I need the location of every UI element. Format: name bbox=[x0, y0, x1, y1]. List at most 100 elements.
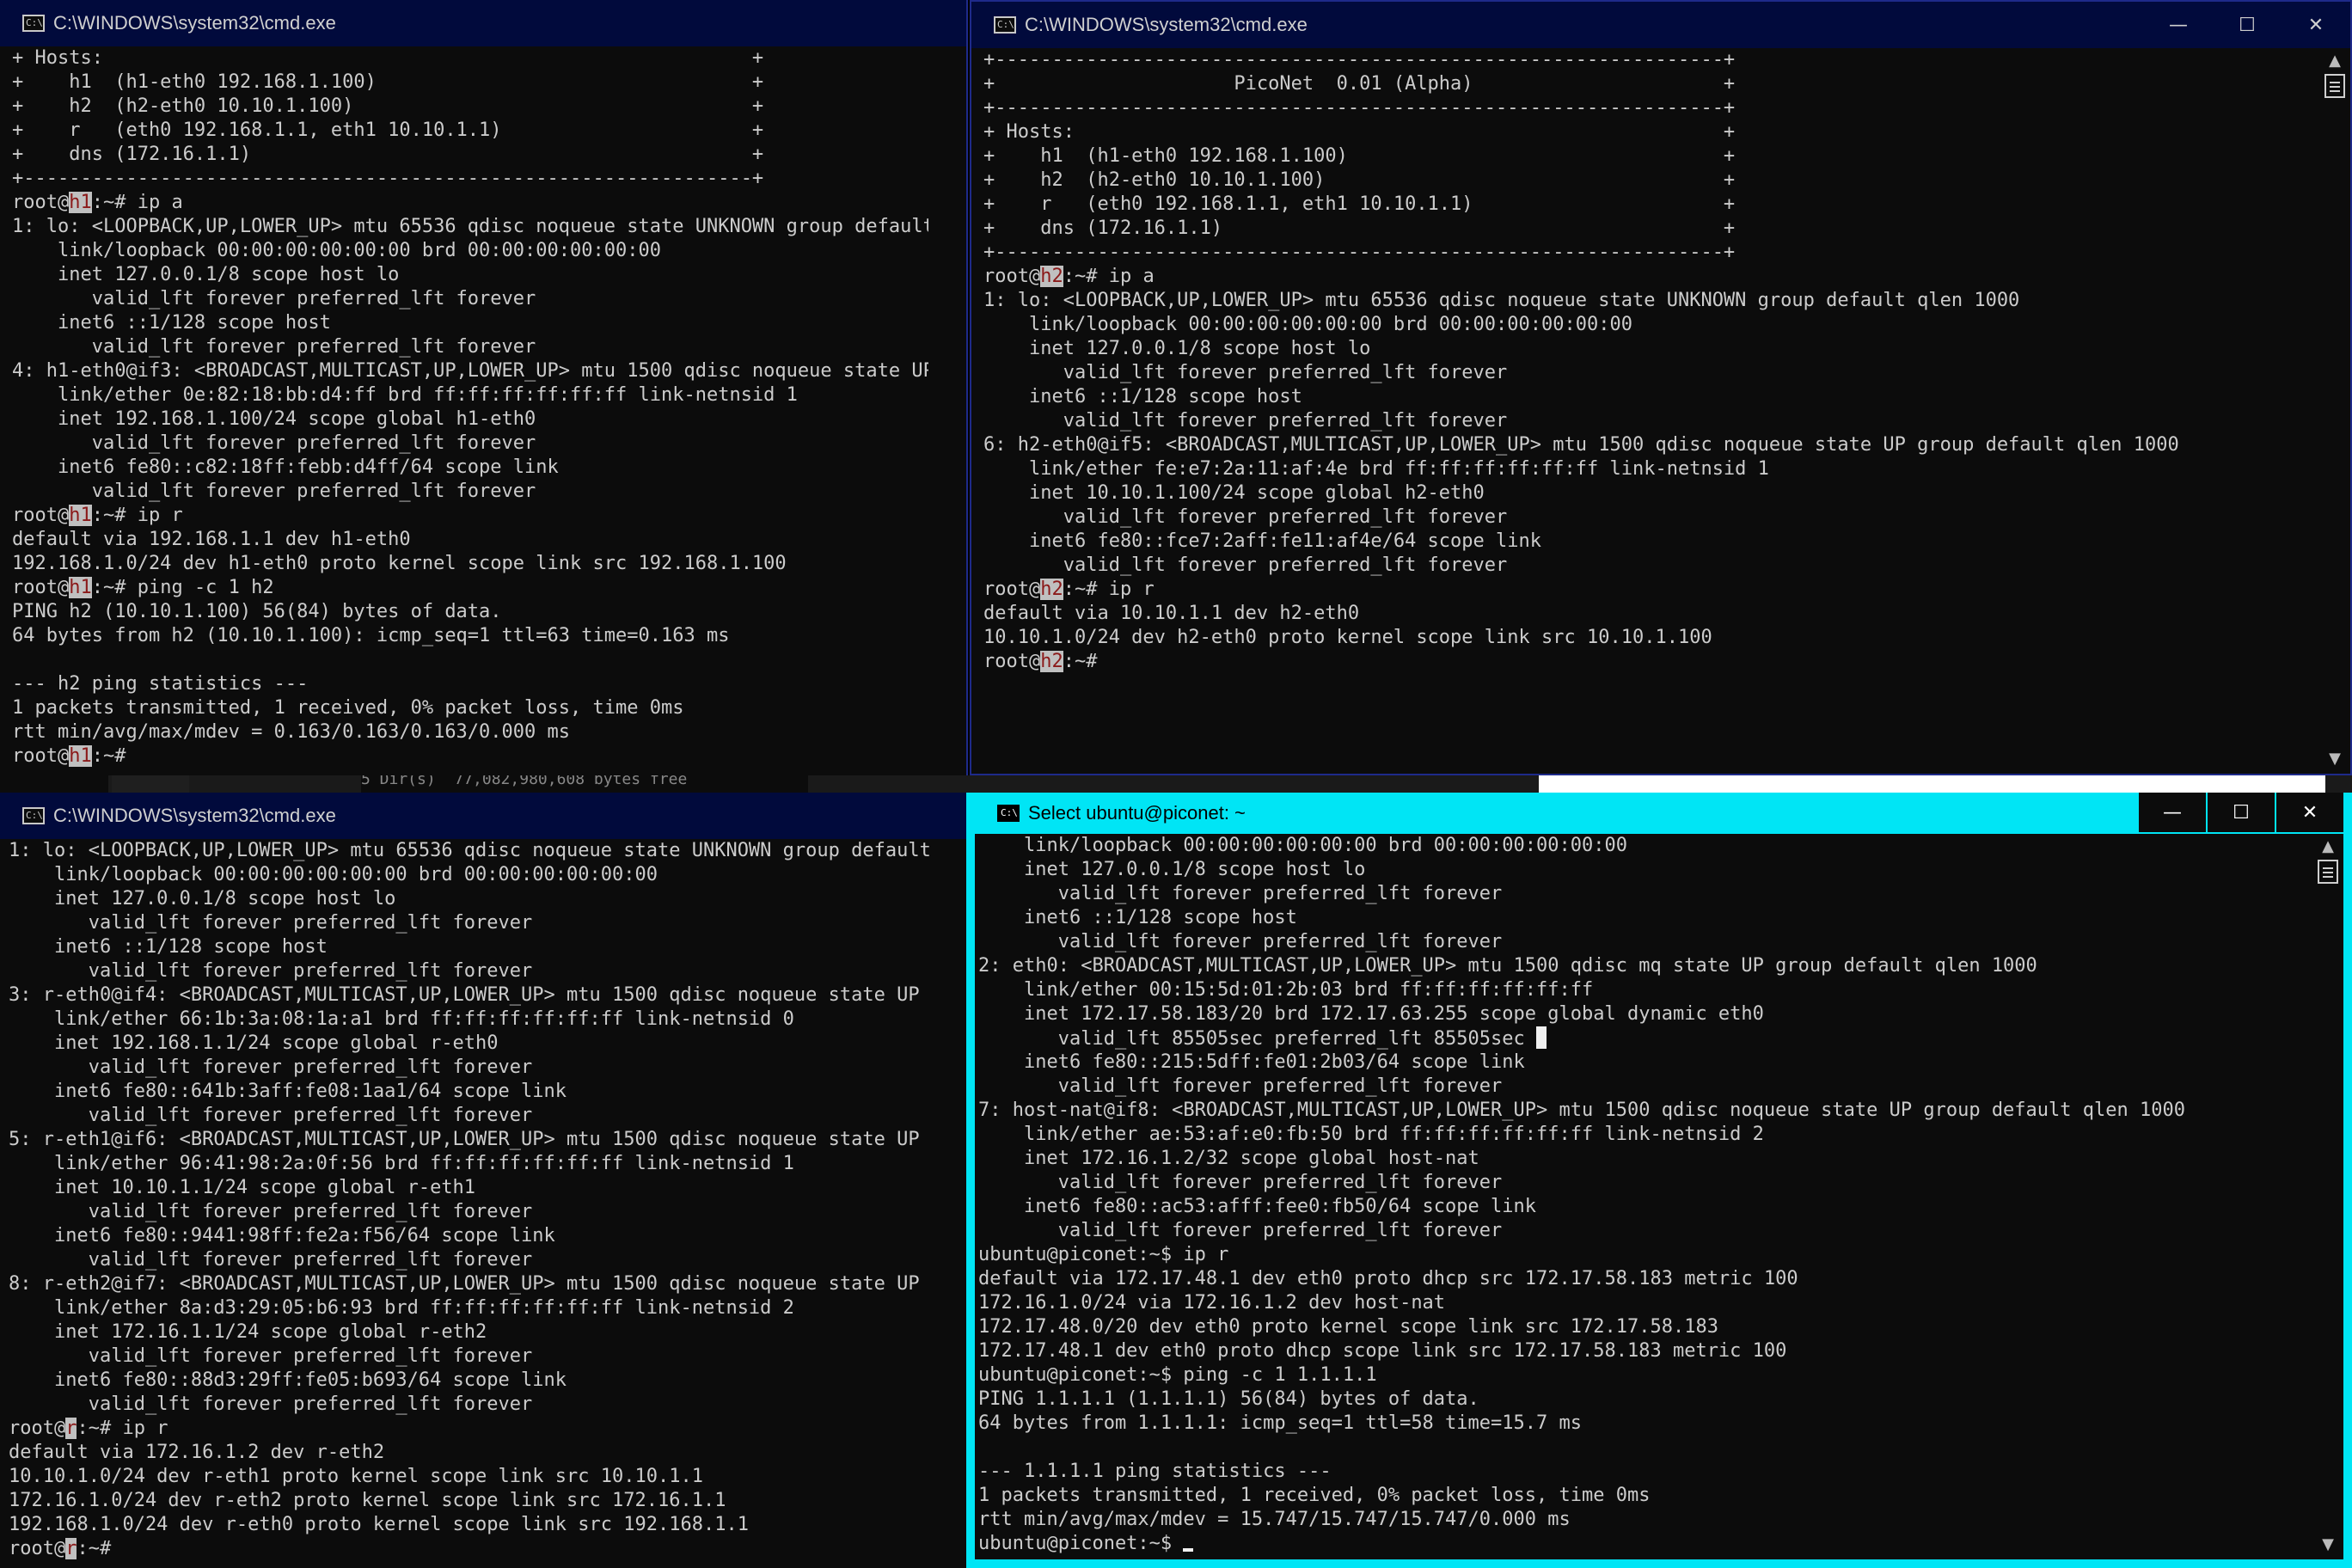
window-title: Select ubuntu@piconet: ~ bbox=[1028, 802, 1246, 824]
terminal-line: 1 packets transmitted, 1 received, 0% pa… bbox=[978, 1485, 1651, 1506]
title-bar[interactable]: C:\ C:\WINDOWS\system32\cmd.exe — ☐ ✕ bbox=[971, 2, 2350, 48]
terminal-line: +---------------------------------------… bbox=[12, 168, 764, 189]
terminal-line: inet 127.0.0.1/8 scope host lo bbox=[9, 888, 396, 910]
prompt-user: root@ bbox=[983, 651, 1041, 672]
prompt-command: :~# ip a bbox=[1063, 266, 1155, 287]
terminal-line: 1: lo: <LOOPBACK,UP,LOWER_UP> mtu 65536 … bbox=[983, 290, 2020, 311]
terminal-icon: C:\ bbox=[997, 805, 1020, 822]
terminal-line: 172.17.48.0/20 dev eth0 proto kernel sco… bbox=[978, 1316, 1718, 1338]
terminal-line: valid_lft forever preferred_lft forever bbox=[978, 1075, 1503, 1097]
prompt-hostname: h2 bbox=[1040, 579, 1063, 600]
terminal-line: ubuntu@piconet:~$ ping -c 1 1.1.1.1 bbox=[978, 1364, 1377, 1386]
terminal-line: link/loopback 00:00:00:00:00:00 brd 00:0… bbox=[12, 240, 661, 261]
scroll-down-arrow-icon[interactable]: ▼ bbox=[2316, 1534, 2340, 1556]
terminal-line: inet6 ::1/128 scope host bbox=[983, 386, 1302, 407]
cmd-window-h2[interactable]: C:\ C:\WINDOWS\system32\cmd.exe — ☐ ✕ +-… bbox=[970, 0, 2352, 775]
prompt-user: root@ bbox=[983, 579, 1041, 600]
close-button[interactable]: ✕ bbox=[2275, 793, 2343, 832]
terminal-line: + PicoNet 0.01 (Alpha) + bbox=[983, 73, 1736, 95]
background-text: 5 Dir(s) 77,082,980,608 bytes free bbox=[361, 775, 808, 793]
terminal-line: inet 127.0.0.1/8 scope host lo bbox=[978, 859, 1366, 880]
maximize-button[interactable]: ☐ bbox=[2206, 793, 2275, 832]
terminal-line: 1 packets transmitted, 1 received, 0% pa… bbox=[12, 697, 684, 719]
terminal-line: valid_lft forever preferred_lft forever bbox=[12, 288, 536, 309]
terminal-line: valid_lft forever preferred_lft forever bbox=[9, 1201, 533, 1222]
terminal-line: PING 1.1.1.1 (1.1.1.1) 56(84) bytes of d… bbox=[978, 1388, 1479, 1410]
terminal-line: inet6 fe80::ac53:afff:fee0:fb50/64 scope… bbox=[978, 1196, 1537, 1217]
terminal-line: default via 192.168.1.1 dev h1-eth0 bbox=[12, 529, 411, 550]
prompt-hostname: h1 bbox=[69, 505, 92, 526]
terminal-line: valid_lft forever preferred_lft forever bbox=[978, 931, 1503, 952]
vertical-scrollbar[interactable]: ▲ ▼ bbox=[2319, 48, 2350, 774]
cmd-icon: C:\ bbox=[22, 807, 45, 824]
scroll-up-arrow-icon[interactable]: ▲ bbox=[2323, 50, 2347, 72]
scroll-down-arrow-icon[interactable]: ▼ bbox=[2323, 748, 2347, 770]
terminal-line: 64 bytes from h2 (10.10.1.100): icmp_seq… bbox=[12, 625, 730, 646]
terminal-line: 7: host-nat@if8: <BROADCAST,MULTICAST,UP… bbox=[978, 1099, 2185, 1121]
terminal-line: inet6 ::1/128 scope host bbox=[9, 936, 328, 958]
minimize-button[interactable]: — bbox=[2137, 793, 2206, 832]
scroll-up-arrow-icon[interactable]: ▲ bbox=[2316, 836, 2340, 858]
terminal-line: 8: r-eth2@if7: <BROADCAST,MULTICAST,UP,L… bbox=[9, 1273, 930, 1295]
terminal-line: inet 10.10.1.100/24 scope global h2-eth0 bbox=[983, 482, 1485, 504]
text-cursor bbox=[1183, 1548, 1194, 1552]
terminal-line: 1: lo: <LOOPBACK,UP,LOWER_UP> mtu 65536 … bbox=[9, 840, 930, 861]
cmd-window-h1[interactable]: C:\ C:\WINDOWS\system32\cmd.exe + Hosts:… bbox=[0, 0, 968, 775]
background-window-strip: 5 Dir(s) 77,082,980,608 bytes free bbox=[0, 775, 2352, 793]
terminal-line: 10.10.1.0/24 dev r-eth1 proto kernel sco… bbox=[9, 1466, 703, 1487]
terminal-line: inet 192.168.1.1/24 scope global r-eth0 bbox=[9, 1032, 499, 1054]
prompt-user: root@ bbox=[983, 266, 1041, 287]
terminal-line: PING h2 (10.10.1.100) 56(84) bytes of da… bbox=[12, 601, 502, 622]
terminal-line: rtt min/avg/max/mdev = 0.163/0.163/0.163… bbox=[12, 721, 571, 743]
terminal-line: inet 172.17.58.183/20 brd 172.17.63.255 … bbox=[978, 1003, 1764, 1025]
minimize-button[interactable]: — bbox=[2144, 2, 2213, 48]
terminal-line: valid_lft forever preferred_lft forever bbox=[9, 912, 533, 934]
title-bar[interactable]: C:\ Select ubuntu@piconet: ~ — ☐ ✕ bbox=[975, 793, 2343, 834]
terminal-line: ubuntu@piconet:~$ bbox=[978, 1532, 2306, 1556]
terminal-line: valid_lft forever preferred_lft forever bbox=[9, 1105, 533, 1126]
maximize-button[interactable]: ☐ bbox=[2213, 2, 2282, 48]
terminal-line: 1: lo: <LOOPBACK,UP,LOWER_UP> mtu 65536 … bbox=[12, 216, 928, 237]
terminal-line: link/ether 96:41:98:2a:0f:56 brd ff:ff:f… bbox=[9, 1153, 794, 1174]
scroll-thumb[interactable] bbox=[2324, 74, 2345, 98]
prompt-user: root@ bbox=[12, 577, 70, 598]
selection-caret bbox=[1536, 1026, 1547, 1049]
scroll-thumb[interactable] bbox=[2318, 860, 2338, 884]
terminal-line: valid_lft forever preferred_lft forever bbox=[9, 1057, 533, 1078]
terminal-line: link/ether 66:1b:3a:08:1a:a1 brd ff:ff:f… bbox=[9, 1008, 794, 1030]
title-bar[interactable]: C:\ C:\WINDOWS\system32\cmd.exe bbox=[0, 0, 966, 46]
terminal-line: rtt min/avg/max/mdev = 15.747/15.747/15.… bbox=[978, 1509, 1571, 1530]
terminal-line: 3: r-eth0@if4: <BROADCAST,MULTICAST,UP,L… bbox=[9, 984, 930, 1006]
prompt-command: :~# bbox=[91, 745, 126, 767]
terminal-line: + r (eth0 192.168.1.1, eth1 10.10.1.1) + bbox=[12, 119, 764, 141]
prompt-command: :~# bbox=[77, 1538, 112, 1559]
terminal-output[interactable]: 1: lo: <LOOPBACK,UP,LOWER_UP> mtu 65536 … bbox=[9, 839, 930, 1561]
terminal-line: + Hosts: + bbox=[12, 47, 764, 69]
terminal-output[interactable]: +---------------------------------------… bbox=[983, 48, 2312, 674]
terminal-line: link/ether fe:e7:2a:11:af:4e brd ff:ff:f… bbox=[983, 458, 1769, 480]
cmd-icon: C:\ bbox=[994, 16, 1016, 34]
terminal-output[interactable]: link/loopback 00:00:00:00:00:00 brd 00:0… bbox=[978, 834, 2306, 1556]
prompt-user: root@ bbox=[12, 505, 70, 526]
prompt-command: :~# ip r bbox=[77, 1418, 168, 1439]
terminal-line: 2: eth0: <BROADCAST,MULTICAST,UP,LOWER_U… bbox=[978, 955, 2037, 977]
terminal-line: valid_lft 85505sec preferred_lft 85505se… bbox=[978, 1026, 2306, 1050]
close-button[interactable]: ✕ bbox=[2282, 2, 2350, 48]
cmd-window-r[interactable]: C:\ C:\WINDOWS\system32\cmd.exe 1: lo: <… bbox=[0, 793, 968, 1568]
terminal-line: + dns (172.16.1.1) + bbox=[983, 217, 1736, 239]
prompt-hostname: h2 bbox=[1040, 266, 1063, 287]
strip-segment bbox=[1539, 775, 2325, 793]
prompt-hostname: h1 bbox=[69, 192, 92, 213]
terminal-line: valid_lft forever preferred_lft forever bbox=[12, 481, 536, 502]
terminal-line: valid_lft forever preferred_lft forever bbox=[983, 506, 1508, 528]
ubuntu-terminal-window[interactable]: C:\ Select ubuntu@piconet: ~ — ☐ ✕ link/… bbox=[966, 793, 2352, 1568]
terminal-line: valid_lft forever preferred_lft forever bbox=[983, 410, 1508, 432]
vertical-scrollbar[interactable]: ▲ ▼ bbox=[2312, 834, 2343, 1559]
terminal-line: inet 192.168.1.100/24 scope global h1-et… bbox=[12, 408, 536, 430]
terminal-output[interactable]: + Hosts: + + h1 (h1-eth0 192.168.1.100) +… bbox=[12, 46, 928, 769]
title-bar[interactable]: C:\ C:\WINDOWS\system32\cmd.exe bbox=[0, 793, 968, 839]
terminal-line: 172.16.1.0/24 via 172.16.1.2 dev host-na… bbox=[978, 1292, 1446, 1314]
cmd-icon: C:\ bbox=[22, 15, 45, 32]
terminal-line: root@h2:~# ip r bbox=[983, 578, 2312, 602]
